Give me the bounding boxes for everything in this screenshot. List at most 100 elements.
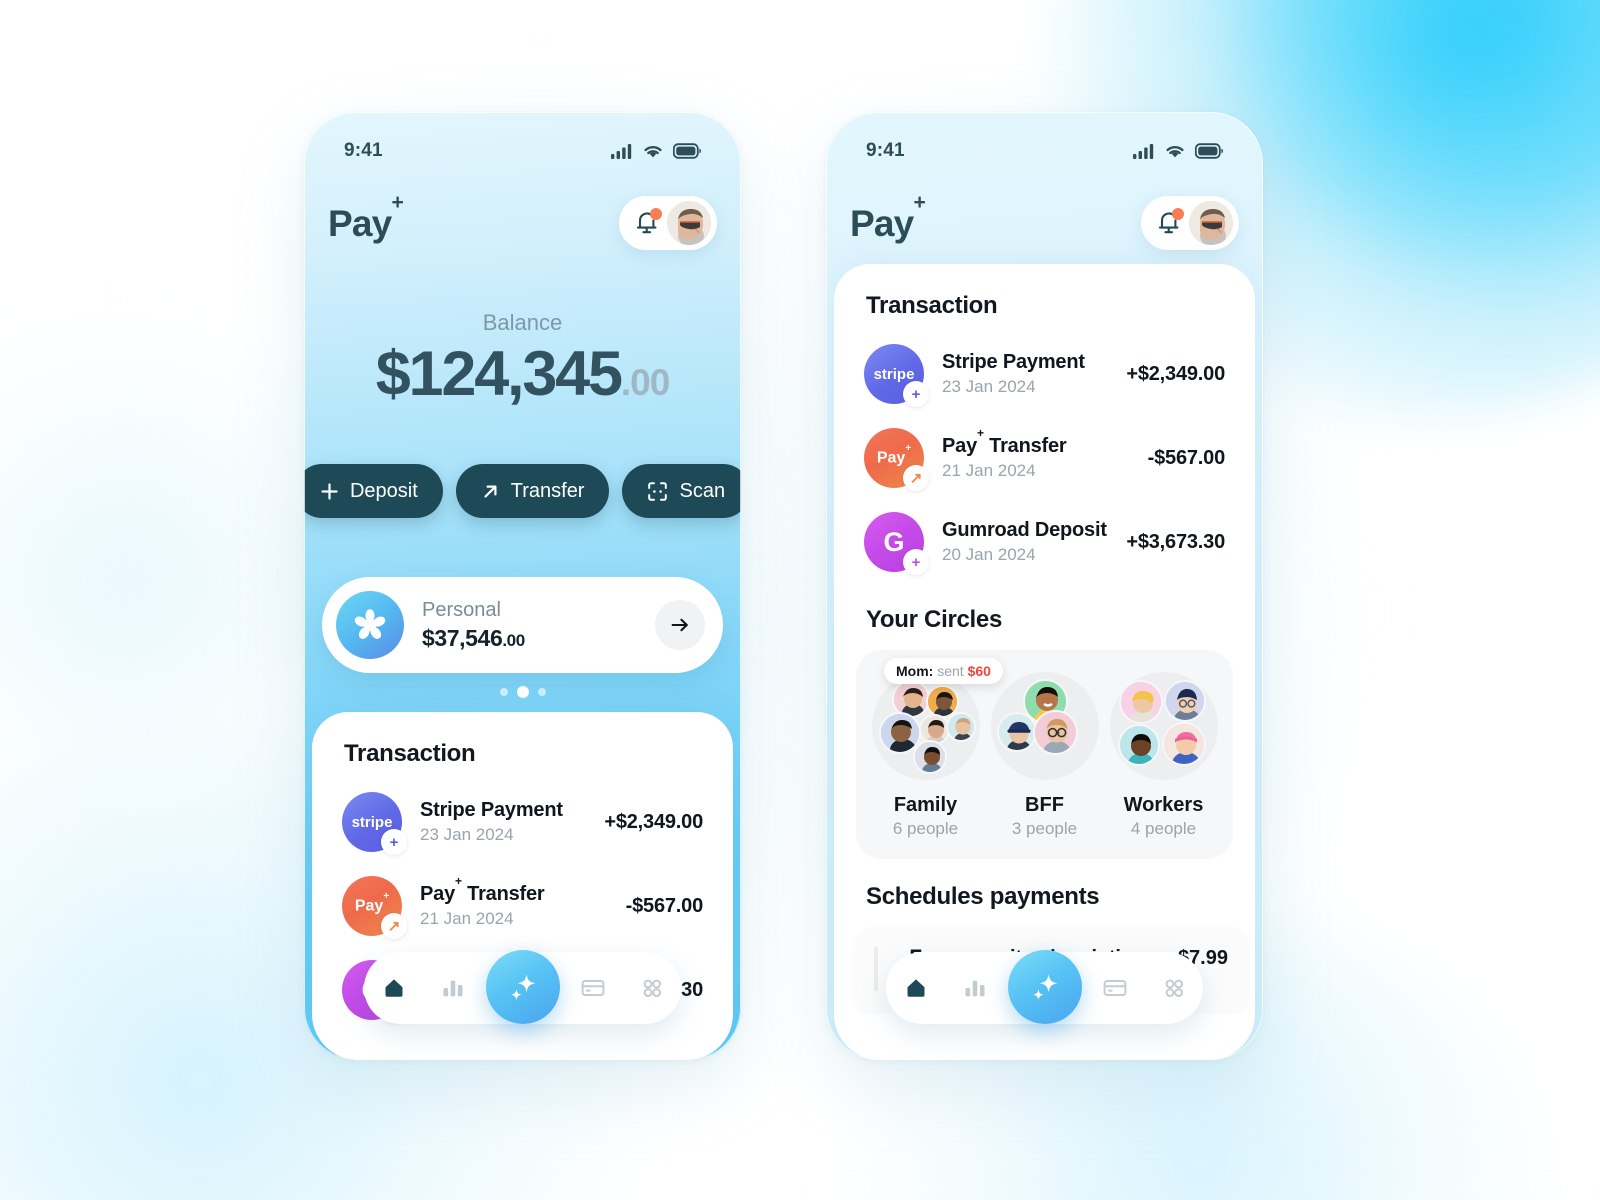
- circle-name: Family: [893, 794, 958, 816]
- transfer-badge-icon: ↗: [381, 913, 407, 939]
- circle-count: 6 people: [892, 819, 959, 838]
- wallet-amount-value: $37,546: [422, 624, 503, 651]
- header-actions-pill: [1141, 196, 1239, 250]
- transaction-info: Pay+ Transfer 21 Jan 2024: [420, 874, 626, 932]
- chart-icon: [443, 980, 462, 997]
- notification-badge-dot: [1172, 208, 1184, 220]
- carousel-dots[interactable]: [304, 686, 741, 698]
- tab-more[interactable]: [626, 962, 678, 1014]
- avatar[interactable]: [667, 201, 711, 245]
- transaction-info: Gumroad Deposit 20 Jan 2024: [942, 517, 1126, 568]
- transaction-name: Gumroad Deposit: [942, 518, 1107, 541]
- payplus-logo-icon: Pay+ ↗: [342, 876, 407, 939]
- stripe-logo-text: stripe: [351, 813, 393, 831]
- carousel-dot-2-active[interactable]: [516, 686, 529, 698]
- avatar[interactable]: [1189, 201, 1233, 245]
- carousel-dot-3[interactable]: [537, 688, 546, 696]
- circle-tooltip-verb: sent: [937, 663, 964, 679]
- stripe-logo-icon: stripe +: [864, 344, 929, 407]
- wallet-amount: $37,546.00: [422, 624, 655, 654]
- table-row[interactable]: stripe + Stripe Payment 23 Jan 2024 +$2,…: [342, 780, 703, 864]
- gumroad-logo-text: G: [883, 526, 905, 557]
- transaction-date: 23 Jan 2024: [420, 824, 514, 844]
- chart-icon: [965, 980, 984, 997]
- arrow-up-right-icon: [484, 485, 497, 498]
- table-row[interactable]: Pay+ ↗ Pay+ Transfer 21 Jan 2024 -$567.0…: [864, 416, 1225, 500]
- circle-tooltip-amount: $60: [967, 663, 991, 679]
- avatar-illustration: [667, 201, 711, 245]
- tab-home[interactable]: [890, 962, 942, 1014]
- avatar: [912, 740, 947, 774]
- payplus-logo-text: Pay+: [354, 890, 390, 915]
- tab-assistant-active[interactable]: [485, 950, 560, 1024]
- table-row[interactable]: stripe + Stripe Payment 23 Jan 2024 +$2,…: [864, 332, 1225, 416]
- avatar: [1032, 710, 1078, 755]
- balance-cents: .00: [620, 362, 670, 403]
- flower-icon: [354, 609, 386, 639]
- tab-cards[interactable]: [1089, 962, 1141, 1014]
- table-row[interactable]: Pay+ ↗ Pay+ Transfer 21 Jan 2024 -$567.0…: [342, 864, 703, 948]
- sparkle-icon: [510, 974, 535, 1000]
- list-item[interactable]: Workers 4 people: [1104, 672, 1223, 839]
- transfer-button[interactable]: Transfer: [455, 464, 610, 518]
- notification-badge-dot: [650, 208, 662, 220]
- notifications-button[interactable]: [1153, 206, 1185, 240]
- signal-icon: [1133, 144, 1154, 159]
- app-logo-text: Pay: [328, 202, 392, 244]
- status-bar: 9:41: [304, 136, 741, 166]
- list-item[interactable]: BFF 3 people: [985, 672, 1104, 839]
- transaction-amount: +$3,673.30: [1126, 530, 1225, 553]
- app-logo-text: Pay: [850, 202, 914, 244]
- arrow-right-icon: [671, 618, 688, 632]
- payplus-logo-text: Pay+: [876, 442, 912, 467]
- transaction-name: Pay+ Transfer: [942, 426, 1067, 457]
- wifi-icon: [644, 145, 662, 158]
- header-actions-pill: [619, 196, 717, 250]
- avatar: [1118, 680, 1163, 724]
- transaction-date: 20 Jan 2024: [942, 544, 1036, 564]
- transaction-info: Pay+ Transfer 21 Jan 2024: [942, 426, 1148, 484]
- tab-home[interactable]: [368, 962, 420, 1014]
- grid-icon: [643, 979, 661, 998]
- app-logo-plus: +: [391, 191, 403, 215]
- schedule-accent-bar: [874, 947, 878, 991]
- wallet-card-personal[interactable]: Personal $37,546.00: [322, 577, 723, 673]
- balance-value: $124,345: [375, 339, 623, 409]
- status-bar: 9:41: [826, 136, 1263, 166]
- tab-more[interactable]: [1148, 962, 1200, 1014]
- avatar: [1117, 724, 1160, 766]
- transaction-name: Stripe Payment: [942, 350, 1085, 373]
- tab-cards[interactable]: [567, 962, 619, 1014]
- balance-amount: $124,345.00: [304, 338, 741, 410]
- notifications-button[interactable]: [631, 206, 663, 240]
- wallet-name: Personal: [422, 598, 501, 621]
- app-mockup-canvas: 9:41 Pay+ Balance $124,345.00 Deposit Tr…: [0, 0, 1600, 1200]
- transaction-amount: -$567.00: [625, 894, 704, 917]
- phone-screen-home: 9:41 Pay+ Balance $124,345.00 Deposit Tr…: [304, 112, 741, 1060]
- deposit-button[interactable]: Deposit: [304, 464, 443, 518]
- list-item[interactable]: Mom: sent $60 Family 6 people: [866, 658, 1003, 839]
- payplus-logo-icon: Pay+ ↗: [864, 428, 929, 491]
- scan-icon: [648, 481, 668, 501]
- deposit-label: Deposit: [349, 479, 418, 502]
- circles-title: Your Circles: [866, 606, 1003, 633]
- table-row[interactable]: G + Gumroad Deposit 20 Jan 2024 +$3,673.…: [864, 500, 1225, 584]
- circle-tooltip: Mom: sent $60: [884, 658, 1003, 684]
- transaction-list: stripe + Stripe Payment 23 Jan 2024 +$2,…: [834, 326, 1255, 584]
- carousel-dot-1[interactable]: [499, 688, 508, 696]
- phone-screen-activity: 9:41 Pay+ Transaction stripe + Stripe Pa…: [826, 112, 1263, 1060]
- tab-assistant-active[interactable]: [1007, 950, 1082, 1024]
- transaction-amount: -$567.00: [1147, 446, 1226, 469]
- deposit-badge-icon: +: [903, 381, 929, 407]
- wallet-open-button[interactable]: [655, 600, 705, 650]
- app-logo: Pay+: [850, 192, 926, 244]
- home-icon: [385, 979, 402, 997]
- transfer-badge-icon: ↗: [903, 465, 929, 491]
- quick-actions: Deposit Transfer Scan: [304, 464, 741, 518]
- background-glow-top-right-core: [1240, 0, 1600, 230]
- scan-button[interactable]: Scan: [622, 464, 741, 518]
- avatar-illustration: [1189, 201, 1233, 245]
- tab-statistics[interactable]: [427, 962, 479, 1014]
- circle-avatars-workers: [1109, 672, 1218, 780]
- tab-statistics[interactable]: [949, 962, 1001, 1014]
